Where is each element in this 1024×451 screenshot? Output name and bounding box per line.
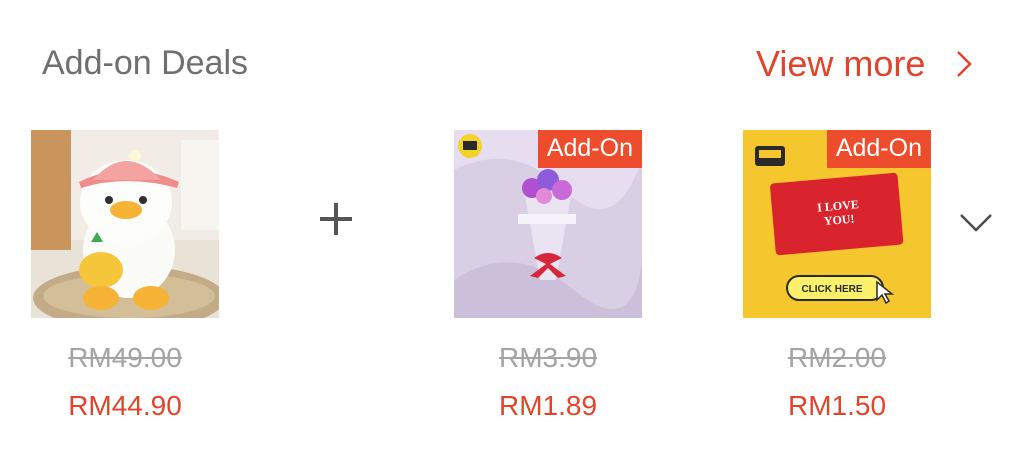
view-more-label: View more xyxy=(756,43,926,84)
sale-price: RM44.90 xyxy=(68,390,182,421)
addon-badge: Add-On xyxy=(826,130,931,168)
original-price: RM49.00 xyxy=(68,342,182,373)
sale-price: RM1.50 xyxy=(787,390,887,421)
chevron-right-icon xyxy=(957,51,973,77)
addon-badge: Add-On xyxy=(537,130,642,168)
click-here-text: CLICK HERE xyxy=(801,284,862,295)
card-text-line-2: YOU! xyxy=(823,212,855,229)
original-price: RM3.90 xyxy=(498,342,598,373)
product-image[interactable]: I LOVE YOU! CLICK HERE Add-On xyxy=(743,130,931,318)
product-image[interactable] xyxy=(31,130,219,318)
plus-icon xyxy=(320,203,352,235)
product-image[interactable]: Add-On xyxy=(454,130,642,318)
sale-price: RM1.89 xyxy=(498,390,598,421)
original-price: RM2.00 xyxy=(787,342,887,373)
section-title: Add-on Deals xyxy=(42,44,249,82)
view-more-link[interactable]: View more xyxy=(756,42,973,86)
chevron-down-icon[interactable] xyxy=(958,212,994,234)
